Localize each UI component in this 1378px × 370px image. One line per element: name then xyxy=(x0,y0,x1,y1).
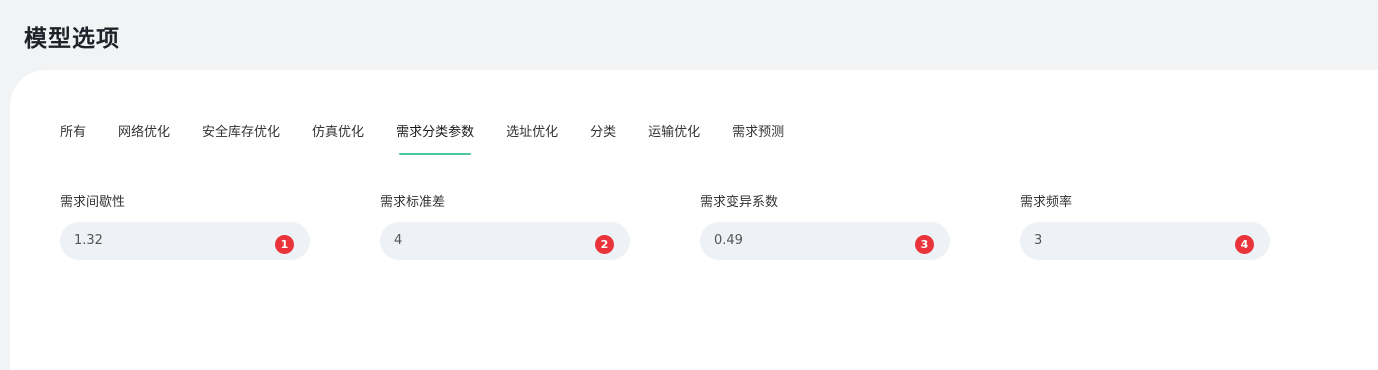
tab-simulation-optimization[interactable]: 仿真优化 xyxy=(312,124,364,158)
marker-badge: 2 xyxy=(595,235,614,254)
field-value: 1.32 xyxy=(74,233,103,248)
marker-badge: 4 xyxy=(1235,235,1254,254)
field-label: 需求变异系数 xyxy=(700,195,779,210)
tab-site-selection-optimization[interactable]: 选址优化 xyxy=(506,124,558,158)
field-value: 4 xyxy=(394,233,403,248)
demand-frequency-input[interactable]: 3 4 xyxy=(1020,222,1270,260)
field-demand-intermittency: 需求间歇性 1.32 1 xyxy=(60,194,310,260)
tab-network-optimization[interactable]: 网络优化 xyxy=(118,124,170,158)
demand-intermittency-input[interactable]: 1.32 1 xyxy=(60,222,310,260)
tab-transport-optimization[interactable]: 运输优化 xyxy=(648,124,700,158)
tab-classification[interactable]: 分类 xyxy=(590,124,616,158)
field-label: 需求频率 xyxy=(1020,195,1073,210)
marker-badge: 3 xyxy=(915,235,934,254)
field-value: 0.49 xyxy=(714,233,743,248)
field-label: 需求标准差 xyxy=(380,195,446,210)
field-demand-frequency: 需求频率 3 4 xyxy=(1020,194,1270,260)
demand-std-dev-input[interactable]: 4 2 xyxy=(380,222,630,260)
demand-cv-input[interactable]: 0.49 3 xyxy=(700,222,950,260)
field-demand-std-dev: 需求标准差 4 2 xyxy=(380,194,630,260)
tab-demand-forecast[interactable]: 需求预测 xyxy=(732,124,784,158)
field-demand-cv: 需求变异系数 0.49 3 xyxy=(700,194,950,260)
field-label: 需求间歇性 xyxy=(60,195,126,210)
page-title: 模型选项 xyxy=(24,26,120,52)
tab-safety-stock-optimization[interactable]: 安全库存优化 xyxy=(202,124,280,158)
marker-badge: 1 xyxy=(275,235,294,254)
tab-bar: 所有 网络优化 安全库存优化 仿真优化 需求分类参数 选址优化 分类 运输优化 … xyxy=(60,124,784,158)
field-value: 3 xyxy=(1034,233,1043,248)
tab-demand-classification-params[interactable]: 需求分类参数 xyxy=(396,124,474,158)
tab-all[interactable]: 所有 xyxy=(60,124,86,158)
